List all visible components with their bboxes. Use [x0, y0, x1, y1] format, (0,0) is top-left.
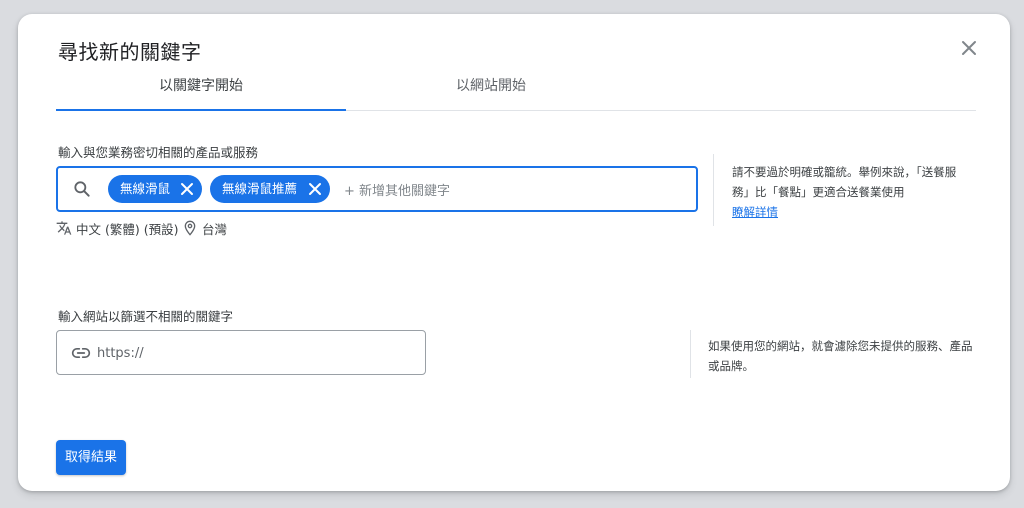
website-field-label: 輸入網站以篩選不相關的關鍵字 — [58, 309, 234, 324]
link-icon — [71, 348, 91, 358]
learn-more-link[interactable]: 瞭解詳情 — [732, 204, 778, 220]
keyword-chip[interactable]: 無線滑鼠 — [108, 175, 202, 203]
divider — [690, 330, 691, 378]
tab-start-with-keywords[interactable]: 以關鍵字開始 — [56, 74, 346, 110]
keyword-chip[interactable]: 無線滑鼠推薦 — [210, 175, 330, 203]
keywords-hint: 請不要過於明確或籠統。舉例來說，「送餐服務」比「餐點」更適合送餐業使用 — [732, 165, 957, 199]
location-value[interactable]: 台灣 — [202, 219, 227, 238]
location-pin-icon — [184, 220, 196, 236]
website-url-input[interactable] — [97, 341, 407, 365]
close-icon[interactable] — [957, 36, 981, 60]
keyword-planner-dialog: 尋找新的關鍵字 以關鍵字開始 以網站開始 輸入與您業務密切相關的產品或服務 無線… — [18, 14, 1010, 491]
active-tab-indicator — [56, 109, 346, 111]
tab-start-with-website[interactable]: 以網站開始 — [346, 74, 636, 110]
keyword-chip-label: 無線滑鼠 — [120, 181, 171, 196]
get-results-button[interactable]: 取得結果 — [56, 440, 126, 475]
language-value[interactable]: 中文 (繁體) (預設) — [76, 219, 178, 238]
remove-chip-icon[interactable] — [180, 182, 194, 196]
tab-bar: 以關鍵字開始 以網站開始 — [56, 74, 976, 111]
remove-chip-icon[interactable] — [308, 182, 322, 196]
keyword-input-box[interactable]: 無線滑鼠 無線滑鼠推薦 + 新增其他關鍵字 — [56, 166, 698, 212]
keyword-chip-label: 無線滑鼠推薦 — [222, 181, 298, 196]
website-input-box[interactable] — [56, 330, 426, 375]
search-icon — [74, 181, 90, 197]
divider — [713, 154, 714, 226]
add-keyword-input[interactable]: + 新增其他關鍵字 — [344, 180, 450, 199]
dialog-title: 尋找新的關鍵字 — [58, 40, 202, 64]
website-hint: 如果使用您的網站，就會濾除您未提供的服務、產品或品牌。 — [708, 339, 973, 373]
translate-icon — [56, 221, 72, 235]
keywords-field-label: 輸入與您業務密切相關的產品或服務 — [58, 145, 259, 160]
